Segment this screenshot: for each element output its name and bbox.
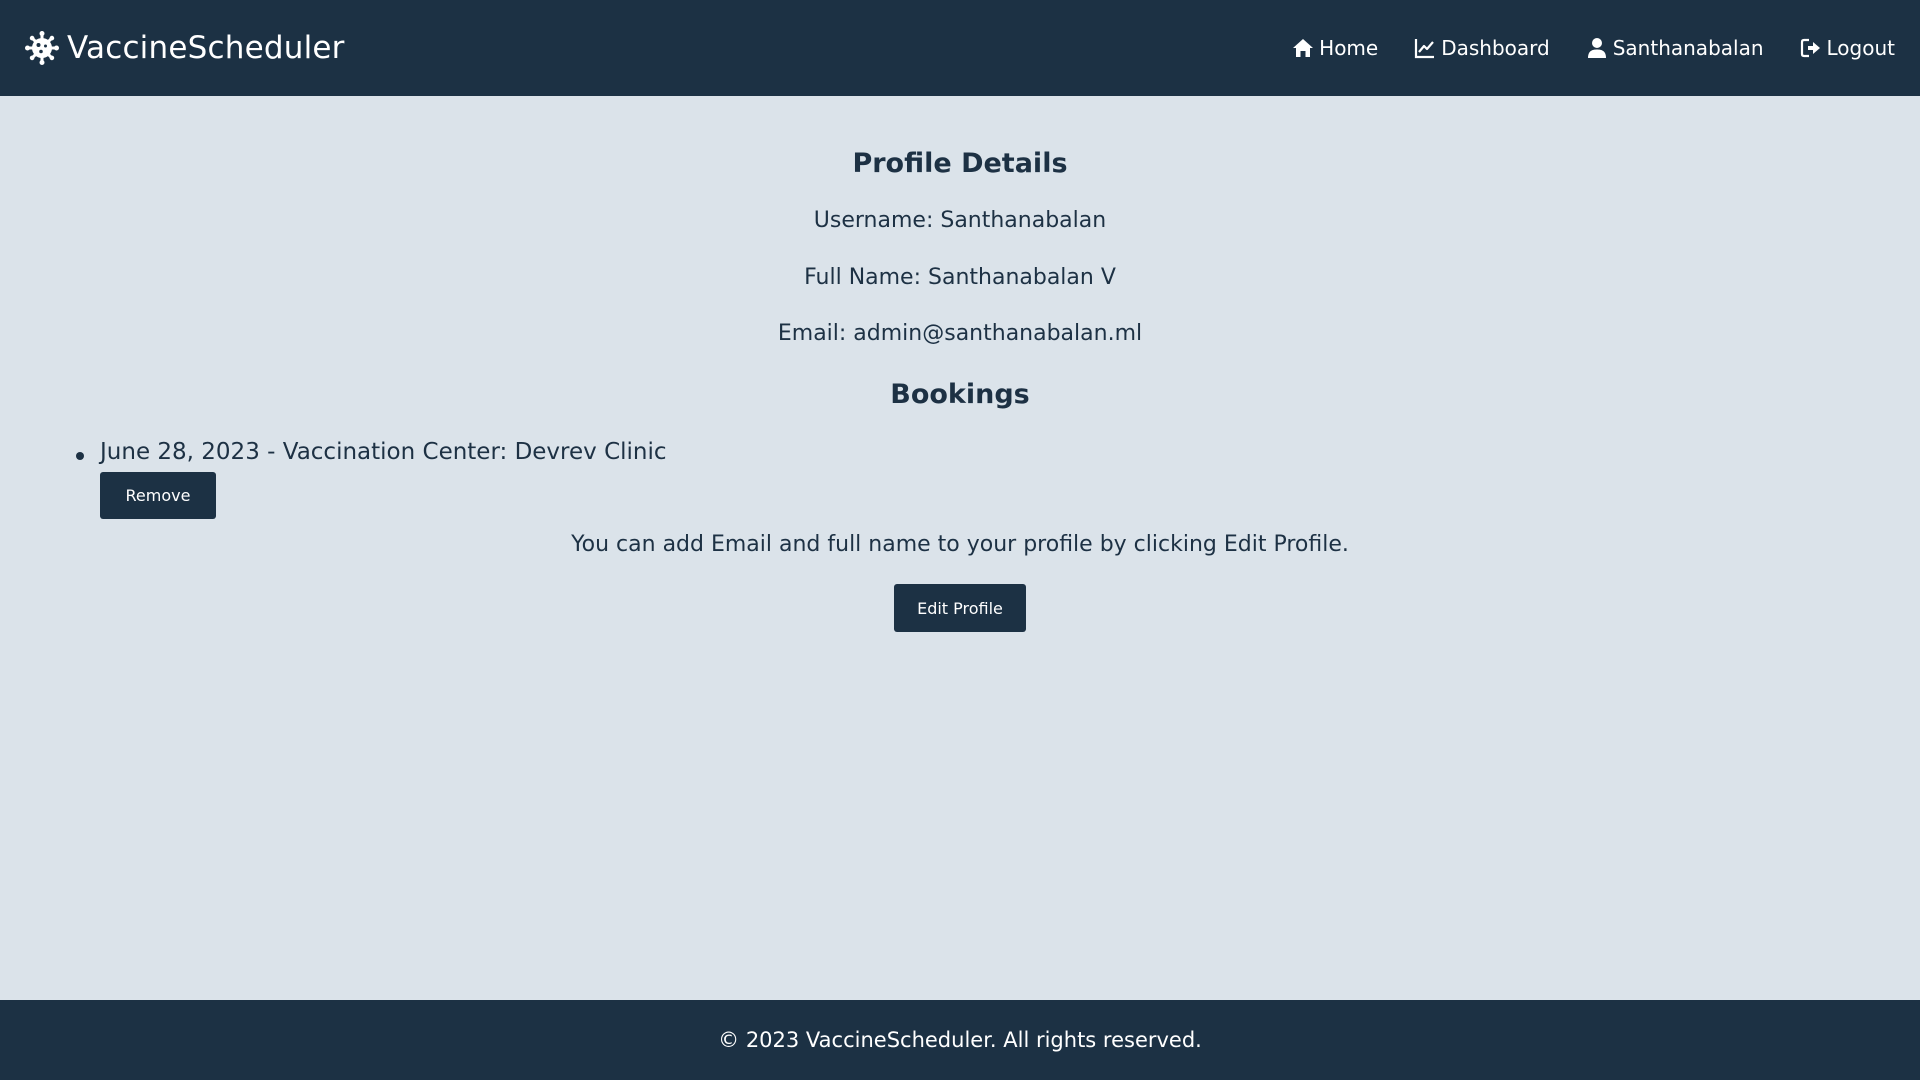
- chart-line-icon: [1414, 37, 1436, 59]
- home-icon: [1292, 37, 1314, 59]
- booking-list: June 28, 2023 - Vaccination Center: Devr…: [76, 439, 667, 465]
- booking-item: June 28, 2023 - Vaccination Center: Devr…: [76, 439, 667, 465]
- nav-home-link[interactable]: Home: [1292, 36, 1378, 60]
- profile-email: Email: admin@santhanabalan.ml: [777, 321, 1143, 346]
- navbar: VaccineScheduler Home Dashboard Santhana…: [0, 0, 1920, 96]
- nav-links: Home Dashboard Santhanabalan Logout: [1256, 36, 1895, 60]
- bullet-icon: [76, 452, 84, 460]
- nav-logout-link[interactable]: Logout: [1800, 36, 1895, 60]
- footer: © 2023 VaccineScheduler. All rights rese…: [0, 1000, 1920, 1080]
- virus-icon: [25, 31, 59, 65]
- nav-logout-label: Logout: [1826, 36, 1895, 60]
- footer-text: © 2023 VaccineScheduler. All rights rese…: [718, 1028, 1202, 1052]
- user-icon: [1586, 37, 1608, 59]
- edit-profile-hint: You can add Email and full name to your …: [571, 532, 1349, 557]
- nav-dashboard-link[interactable]: Dashboard: [1414, 36, 1550, 60]
- nav-dashboard-label: Dashboard: [1441, 36, 1550, 60]
- booking-text: June 28, 2023 - Vaccination Center: Devr…: [100, 439, 667, 465]
- nav-user-label: Santhanabalan: [1612, 36, 1764, 60]
- nav-home-label: Home: [1319, 36, 1379, 60]
- profile-details-heading: Profile Details: [852, 148, 1068, 179]
- brand-name: VaccineScheduler: [67, 30, 345, 66]
- profile-full-name: Full Name: Santhanabalan V: [804, 265, 1116, 290]
- edit-profile-button[interactable]: Edit Profile: [894, 584, 1026, 632]
- sign-out-icon: [1800, 37, 1822, 59]
- nav-user-link[interactable]: Santhanabalan: [1586, 36, 1764, 60]
- bookings-heading: Bookings: [890, 379, 1030, 410]
- profile-username: Username: Santhanabalan: [813, 208, 1107, 233]
- remove-booking-button[interactable]: Remove: [100, 472, 216, 519]
- brand-link[interactable]: VaccineScheduler: [25, 30, 345, 66]
- main-content: Profile Details Username: Santhanabalan …: [0, 96, 1920, 1000]
